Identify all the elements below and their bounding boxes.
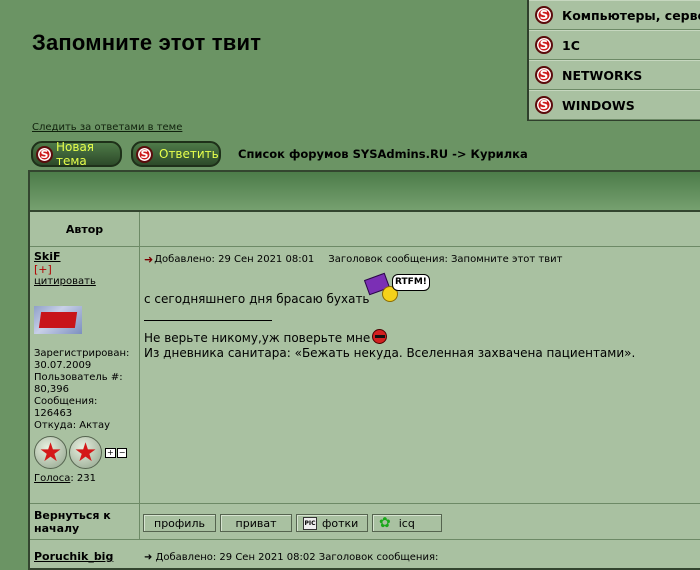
category-menu: S Компьютеры, серве S 1C S NETWORKS S WI… [527, 0, 700, 121]
votes-value: : 231 [70, 473, 96, 484]
votes: Голоса: 231 [34, 473, 139, 485]
posted-date: Добавлено: 29 Сен 2021 08:01 [154, 254, 315, 265]
post-text: с сегодняшнего дня брасаю бухать [144, 292, 370, 306]
post-body: с сегодняшнего дня брасаю бухать RTFM! Н… [144, 272, 700, 361]
vote-plus-button[interactable]: + [105, 447, 116, 458]
plus-link[interactable]: [+] [34, 264, 139, 276]
s-logo-icon: S [535, 6, 553, 24]
post-subject: Заголовок сообщения: Запомните этот твит [328, 254, 563, 265]
s-logo-icon: S [36, 145, 53, 163]
post-cell: ➜ Добавлено: 29 Сен 2021 08:01 Заголовок… [140, 247, 700, 504]
new-topic-label: Новая тема [56, 140, 95, 168]
message-column-header [140, 212, 700, 247]
category-item-1c[interactable]: S 1C [529, 30, 700, 60]
category-label: WINDOWS [562, 97, 635, 113]
category-label: 1C [562, 37, 580, 53]
photos-label: фотки [322, 516, 359, 530]
shades-smiley-icon [372, 329, 388, 344]
profile-label: профиль [154, 516, 205, 530]
reply-label: Ответить [159, 147, 219, 161]
author-column-header: Автор [30, 212, 140, 247]
registered-value: 30.07.2009 [34, 360, 92, 371]
signature-divider [144, 307, 272, 321]
post-meta: ➜ Добавлено: 29 Сен 2021 08:01 Заголовок… [144, 253, 700, 266]
new-topic-button[interactable]: S Новая тема [31, 140, 122, 168]
author-cell: SkiF [+] цитировать Зарегистрирован: 30.… [30, 247, 140, 504]
profile-button[interactable]: профиль [143, 514, 216, 532]
messages-value: 126463 [34, 408, 73, 419]
signature-line-2: Из дневника санитара: «Бежать некуда. Вс… [144, 346, 636, 360]
icq-button[interactable]: ✿ icq [372, 514, 442, 532]
reply-button[interactable]: S Ответить [131, 141, 221, 167]
category-label: NETWORKS [562, 67, 643, 83]
category-label: Компьютеры, серве [562, 7, 700, 23]
breadcrumb[interactable]: Список форумов SYSAdmins.RU -> Курилка [238, 147, 528, 161]
back-to-top-link[interactable]: Вернуться к началу [30, 504, 140, 540]
category-item-networks[interactable]: S NETWORKS [529, 60, 700, 90]
table-header-band [30, 172, 700, 212]
registered-label: Зарегистрирован: [34, 348, 130, 359]
photos-button[interactable]: PIC фотки [296, 514, 368, 532]
quote-link[interactable]: цитировать [34, 276, 139, 288]
private-label: приват [235, 516, 277, 530]
next-post-meta: ➜ Добавлено: 29 Сен 2021 08:02 Заголовок… [144, 552, 439, 563]
rtfm-label: RTFM! [392, 274, 430, 291]
private-message-button[interactable]: приват [220, 514, 292, 532]
post-arrow-icon[interactable]: ➜ [144, 253, 153, 266]
next-post-author[interactable]: Poruchik_big [34, 550, 113, 563]
category-item-windows[interactable]: S WINDOWS [529, 90, 700, 120]
location: Откуда: Актау [34, 420, 110, 431]
icq-label: icq [398, 516, 415, 530]
star-icon: ★ [34, 436, 67, 469]
avatar [34, 306, 82, 334]
user-number-label: Пользователь #: [34, 372, 123, 383]
user-number-value: 80,396 [34, 384, 69, 395]
s-logo-icon: S [136, 145, 153, 163]
star-icon: ★ [69, 436, 102, 469]
rtfm-smiley-icon: RTFM! [363, 272, 436, 308]
forum-table: Автор SkiF [+] цитировать Зарегистрирова… [28, 170, 700, 570]
photo-icon: PIC [303, 516, 317, 530]
watch-topic-link[interactable]: Следить за ответами в теме [32, 122, 182, 133]
author-meta: Зарегистрирован: 30.07.2009 Пользователь… [34, 348, 139, 432]
icq-flower-icon: ✿ [379, 515, 391, 531]
author-name[interactable]: SkiF [34, 251, 139, 263]
s-logo-icon: S [535, 36, 553, 54]
votes-link[interactable]: Голоса [34, 473, 70, 484]
signature-line-1: Не верьте никому,уж поверьте мне [144, 331, 371, 345]
s-logo-icon: S [535, 96, 553, 114]
rank-badges: ★ ★ + − [34, 436, 139, 469]
page-title: Запомните этот твит [32, 30, 262, 55]
category-item-computers[interactable]: S Компьютеры, серве [529, 0, 700, 30]
s-logo-icon: S [535, 66, 553, 84]
messages-label: Сообщения: [34, 396, 98, 407]
profile-actions: профиль приват PIC фотки ✿ icq [140, 504, 700, 540]
vote-minus-button[interactable]: − [116, 447, 128, 458]
